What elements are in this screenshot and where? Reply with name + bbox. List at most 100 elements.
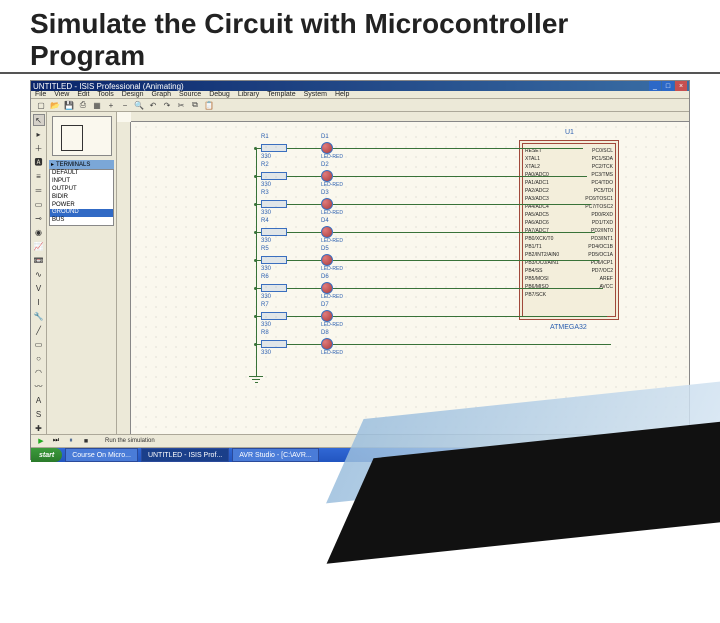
terminal-tool-icon[interactable]: ⊸ xyxy=(33,212,45,224)
resistor-component[interactable] xyxy=(261,340,287,348)
wire xyxy=(256,204,261,205)
start-button[interactable]: start xyxy=(31,448,62,462)
close-button[interactable]: × xyxy=(675,81,687,91)
led-component[interactable] xyxy=(321,226,333,238)
list-item[interactable]: INPUT xyxy=(50,178,113,186)
zoom-in-icon[interactable]: + xyxy=(105,99,117,111)
led-value: LED-RED xyxy=(321,238,343,244)
list-item-selected[interactable]: GROUND xyxy=(50,209,113,217)
menu-help[interactable]: Help xyxy=(335,91,349,98)
schematic-canvas[interactable]: U1 ATMEGA32 RESETXTAL1XTAL2PA0/ADC0PA1/A… xyxy=(117,112,689,434)
menu-template[interactable]: Template xyxy=(267,91,295,98)
circle-tool-icon[interactable]: ○ xyxy=(33,352,45,364)
selection-tool-icon[interactable]: ↖ xyxy=(33,114,45,126)
menu-design[interactable]: Design xyxy=(122,91,144,98)
led-component[interactable] xyxy=(321,142,333,154)
copy-icon[interactable]: ⧉ xyxy=(189,99,201,111)
led-component[interactable] xyxy=(321,310,333,322)
grid-icon[interactable]: ▦ xyxy=(91,99,103,111)
open-icon[interactable]: 📂 xyxy=(49,99,61,111)
taskbar-task[interactable]: Course On Micro... xyxy=(65,448,138,462)
print-icon[interactable]: ⎙ xyxy=(77,99,89,111)
arc-tool-icon[interactable]: ◠ xyxy=(33,366,45,378)
led-component[interactable] xyxy=(321,254,333,266)
junction-tool-icon[interactable]: ＋ xyxy=(33,142,45,154)
bus-tool-icon[interactable]: ═ xyxy=(33,184,45,196)
step-button[interactable]: ⏭ xyxy=(50,435,62,447)
chip-designator: U1 xyxy=(565,129,574,136)
led-component[interactable] xyxy=(321,282,333,294)
chip-part-name: ATMEGA32 xyxy=(550,324,587,331)
subcircuit-tool-icon[interactable]: ▭ xyxy=(33,198,45,210)
path-tool-icon[interactable]: 〰 xyxy=(33,380,45,392)
taskbar-task[interactable]: AVR Studio - [C:\AVR... xyxy=(232,448,319,462)
minimize-button[interactable]: _ xyxy=(649,81,661,91)
generator-tool-icon[interactable]: ∿ xyxy=(33,268,45,280)
play-button[interactable]: ▶ xyxy=(35,435,47,447)
save-icon[interactable]: 💾 xyxy=(63,99,75,111)
resistor-designator: R4 xyxy=(261,218,269,224)
paste-icon[interactable]: 📋 xyxy=(203,99,215,111)
marker-tool-icon[interactable]: ✚ xyxy=(33,422,45,434)
led-component[interactable] xyxy=(321,198,333,210)
wire xyxy=(256,344,261,345)
led-value: LED-RED xyxy=(321,182,343,188)
maximize-button[interactable]: □ xyxy=(662,81,674,91)
cut-icon[interactable]: ✂ xyxy=(175,99,187,111)
redo-icon[interactable]: ↷ xyxy=(161,99,173,111)
resistor-component[interactable] xyxy=(261,284,287,292)
menu-tools[interactable]: Tools xyxy=(97,91,113,98)
menu-file[interactable]: File xyxy=(35,91,46,98)
list-item[interactable]: OUTPUT xyxy=(50,186,113,194)
led-component[interactable] xyxy=(321,338,333,350)
chip-pins-left: RESETXTAL1XTAL2PA0/ADC0PA1/ADC1PA2/ADC2P… xyxy=(525,147,559,299)
wire xyxy=(256,232,261,233)
text-tool-icon[interactable]: ≡ xyxy=(33,170,45,182)
menu-edit[interactable]: Edit xyxy=(77,91,89,98)
undo-icon[interactable]: ↶ xyxy=(147,99,159,111)
resistor-component[interactable] xyxy=(261,312,287,320)
resistor-designator: R6 xyxy=(261,274,269,280)
probe-i-tool-icon[interactable]: I xyxy=(33,296,45,308)
pin-tool-icon[interactable]: ◉ xyxy=(33,226,45,238)
new-icon[interactable]: ▢ xyxy=(35,99,47,111)
instrument-tool-icon[interactable]: 🔧 xyxy=(33,310,45,322)
list-item[interactable]: DEFAULT xyxy=(50,170,113,178)
menu-system[interactable]: System xyxy=(304,91,327,98)
menu-source[interactable]: Source xyxy=(179,91,201,98)
graph-tool-icon[interactable]: 📈 xyxy=(33,240,45,252)
menu-library[interactable]: Library xyxy=(238,91,259,98)
stop-button[interactable]: ■ xyxy=(80,435,92,447)
microcontroller-chip[interactable]: U1 ATMEGA32 RESETXTAL1XTAL2PA0/ADC0PA1/A… xyxy=(519,140,619,320)
circuit-row: R1 330 D1 LED-RED xyxy=(261,140,521,160)
led-component[interactable] xyxy=(321,170,333,182)
wire xyxy=(333,288,603,289)
list-item[interactable]: BUS xyxy=(50,217,113,225)
tape-tool-icon[interactable]: 📼 xyxy=(33,254,45,266)
panel-header[interactable]: ▸ TERMINALS xyxy=(49,160,114,169)
menu-graph[interactable]: Graph xyxy=(152,91,171,98)
list-item[interactable]: BIDIR xyxy=(50,194,113,202)
taskbar-task-active[interactable]: UNTITLED - ISIS Prof... xyxy=(141,448,229,462)
component-tool-icon[interactable]: ▸ xyxy=(33,128,45,140)
zoom-out-icon[interactable]: − xyxy=(119,99,131,111)
symbol-tool-icon[interactable]: S xyxy=(33,408,45,420)
resistor-component[interactable] xyxy=(261,172,287,180)
resistor-component[interactable] xyxy=(261,256,287,264)
led-value: LED-RED xyxy=(321,154,343,160)
line-tool-icon[interactable]: ╱ xyxy=(33,324,45,336)
pause-button[interactable]: ⏸ xyxy=(65,435,77,447)
label-tool-icon[interactable]: 🅰 xyxy=(33,156,45,168)
list-item[interactable]: POWER xyxy=(50,202,113,210)
zoom-fit-icon[interactable]: 🔍 xyxy=(133,99,145,111)
menu-debug[interactable]: Debug xyxy=(209,91,230,98)
probe-v-tool-icon[interactable]: V xyxy=(33,282,45,294)
menu-view[interactable]: View xyxy=(54,91,69,98)
box-tool-icon[interactable]: ▭ xyxy=(33,338,45,350)
resistor-component[interactable] xyxy=(261,228,287,236)
wire xyxy=(333,232,595,233)
resistor-component[interactable] xyxy=(261,144,287,152)
ground-symbol[interactable] xyxy=(249,376,263,383)
text2d-tool-icon[interactable]: A xyxy=(33,394,45,406)
resistor-component[interactable] xyxy=(261,200,287,208)
